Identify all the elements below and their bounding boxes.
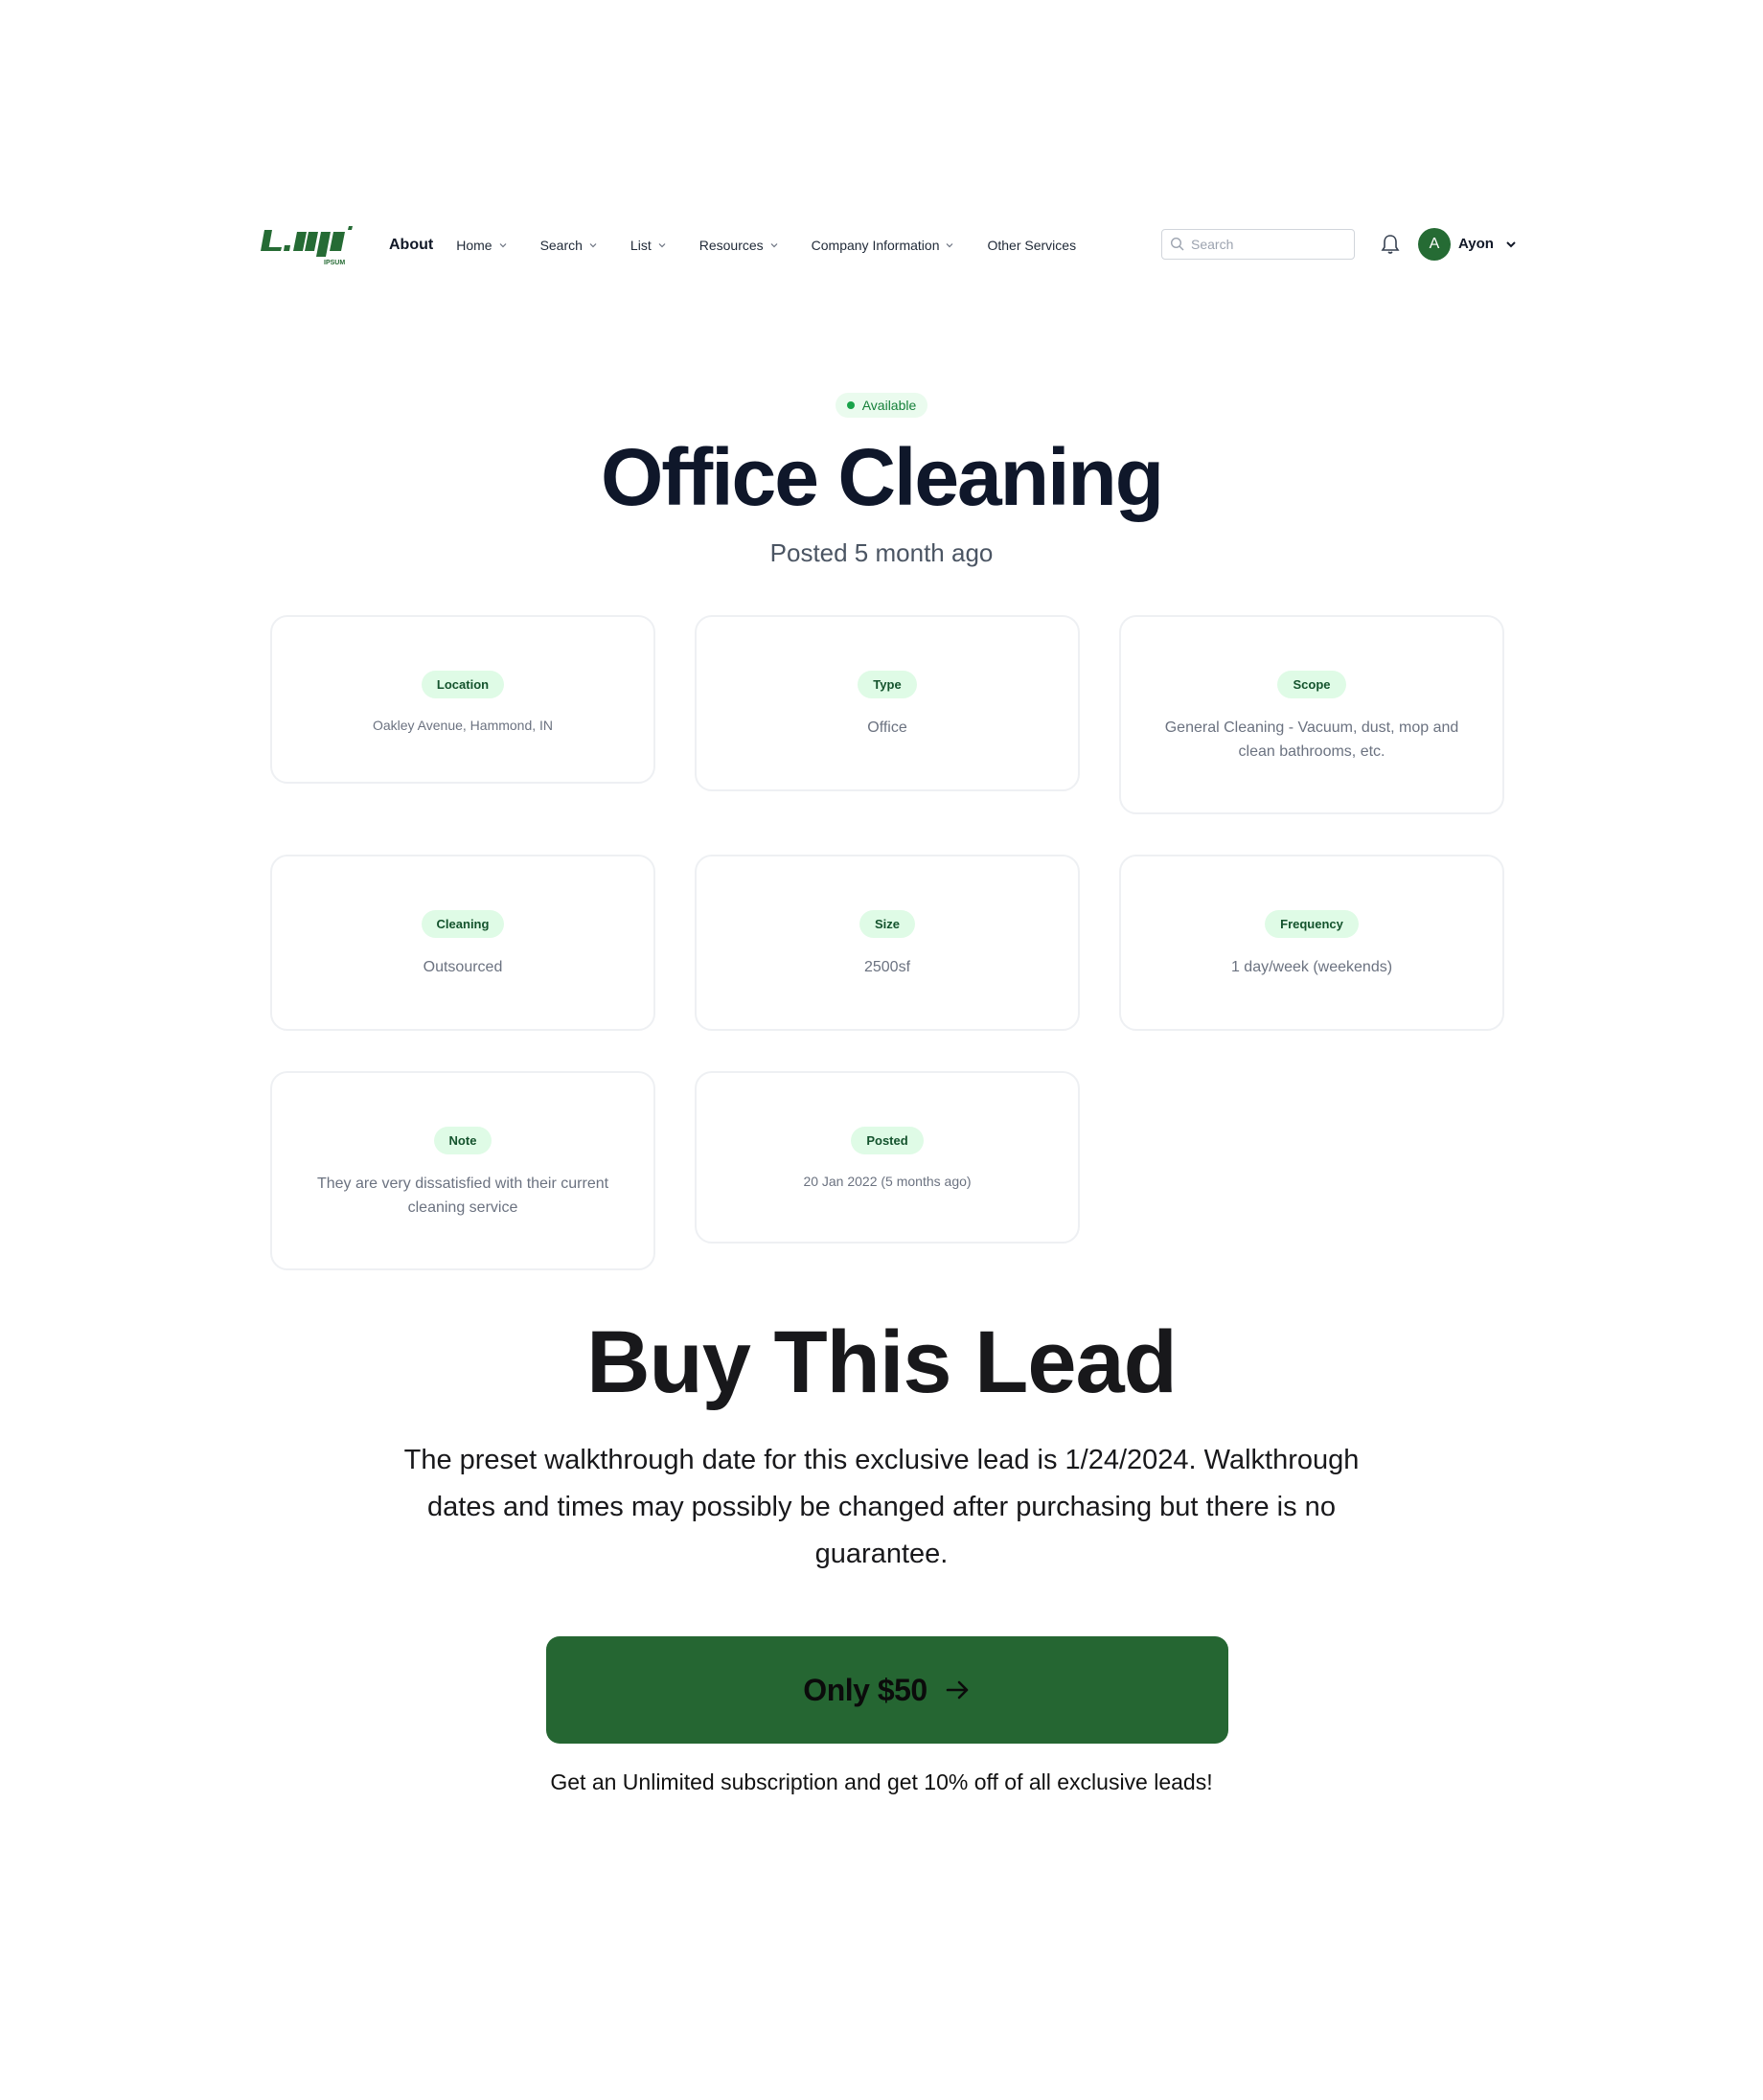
chevron-down-icon[interactable] (1504, 238, 1518, 251)
detail-tag: Size (859, 910, 915, 938)
posted-ago: Posted 5 month ago (769, 538, 994, 567)
chevron-down-icon (770, 243, 778, 248)
detail-tag: Note (433, 1127, 492, 1154)
chevron-down-icon (658, 243, 666, 248)
page: IPSUM About Home Search List Resources C… (0, 0, 1763, 2100)
detail-card-cleaning: Cleaning Outsourced (270, 855, 655, 1031)
status-badge: Available (835, 393, 928, 418)
buy-lead-button[interactable]: Only $50 (546, 1636, 1228, 1744)
page-title: Office Cleaning (600, 432, 1164, 522)
search-icon (1170, 237, 1184, 251)
nav-item-label: Other Services (987, 238, 1077, 253)
detail-card-scope: Scope General Cleaning - Vacuum, dust, m… (1119, 615, 1504, 814)
avatar[interactable]: A (1418, 228, 1451, 261)
detail-tag: Type (858, 671, 917, 698)
detail-value: General Cleaning - Vacuum, dust, mop and… (1164, 719, 1459, 760)
detail-tag: Posted (851, 1127, 924, 1154)
search-box[interactable] (1161, 229, 1355, 260)
detail-card-location: Location Oakley Avenue, Hammond, IN (270, 615, 655, 784)
detail-card-posted: Posted 20 Jan 2022 (5 months ago) (695, 1071, 1080, 1244)
detail-card-size: Size 2500sf (695, 855, 1080, 1031)
nav-item-company-information[interactable]: Company Information (812, 238, 955, 253)
nav-item-other-services[interactable]: Other Services (987, 238, 1076, 253)
avatar-initial: A (1429, 236, 1440, 252)
detail-value: They are very dissatisfied with their cu… (316, 1176, 609, 1216)
top-navbar: IPSUM About Home Search List Resources C… (259, 218, 1523, 272)
buy-button-label: Only $50 (803, 1672, 927, 1707)
nav-item-label: Company Information (811, 238, 940, 253)
nav-item-resources[interactable]: Resources (699, 238, 779, 253)
nav-item-label: About (389, 237, 434, 253)
subscription-promo: Get an Unlimited subscription and get 10… (550, 1769, 1213, 1794)
detail-tag: Scope (1277, 671, 1346, 698)
nav-item-label: List (630, 238, 652, 253)
detail-card-type: Type Office (695, 615, 1080, 791)
nav-item-home[interactable]: Home (456, 238, 507, 253)
detail-tag: Frequency (1265, 910, 1359, 938)
detail-value: 2500sf (863, 959, 911, 975)
detail-tag: Location (421, 671, 505, 698)
detail-tag: Cleaning (421, 910, 505, 938)
buy-title: Buy This Lead (586, 1313, 1178, 1411)
detail-value: 20 Jan 2022 (5 months ago) (803, 1174, 972, 1189)
search-input[interactable] (1191, 237, 1344, 252)
chevron-down-icon (589, 243, 597, 248)
nav-item-about[interactable]: About (389, 237, 433, 254)
svg-text:IPSUM: IPSUM (324, 260, 345, 266)
logo-icon: IPSUM (261, 226, 353, 266)
detail-value: Oakley Avenue, Hammond, IN (372, 718, 554, 733)
nav-item-label: Resources (698, 238, 764, 253)
nav-links: About Home Search List Resources Company… (389, 237, 1109, 254)
detail-card-note: Note They are very dissatisfied with the… (270, 1071, 655, 1270)
detail-card-frequency: Frequency 1 day/week (weekends) (1119, 855, 1504, 1031)
chevron-down-icon (947, 243, 953, 248)
notification-bell-icon[interactable] (1380, 233, 1401, 256)
brand-logo[interactable]: IPSUM (259, 222, 358, 268)
chevron-down-icon (499, 243, 506, 248)
detail-value: Office (867, 719, 907, 736)
status-dot-icon (846, 401, 855, 409)
nav-item-list[interactable]: List (630, 238, 667, 253)
status-label: Available (861, 398, 917, 413)
status-badge-row: Available (0, 393, 1763, 418)
user-name[interactable]: Ayon (1458, 236, 1494, 252)
detail-value: 1 day/week (weekends) (1230, 959, 1393, 975)
buy-description: The preset walkthrough date for this exc… (403, 1445, 1360, 1569)
nav-item-label: Search (539, 238, 583, 253)
nav-item-search[interactable]: Search (540, 238, 598, 253)
detail-value: Outsourced (423, 959, 503, 975)
nav-item-label: Home (456, 238, 492, 253)
arrow-right-icon (946, 1680, 969, 1700)
